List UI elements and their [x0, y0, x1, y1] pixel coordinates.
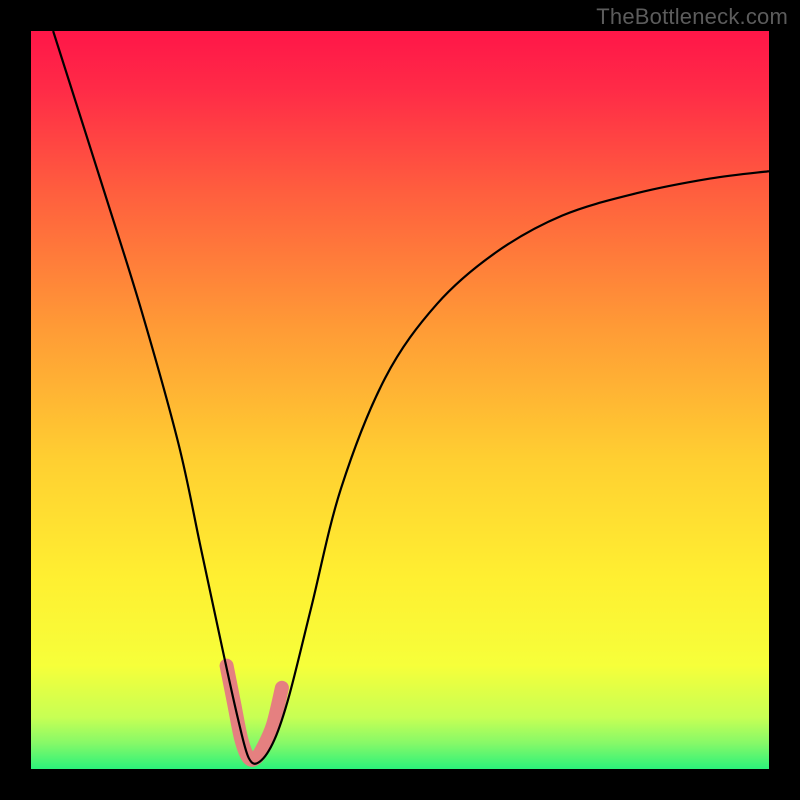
plot-area	[31, 31, 769, 769]
curve-layer	[31, 31, 769, 769]
bottleneck-curve	[53, 31, 769, 764]
highlight-u-segment	[227, 666, 282, 760]
watermark-text: TheBottleneck.com	[596, 4, 788, 30]
